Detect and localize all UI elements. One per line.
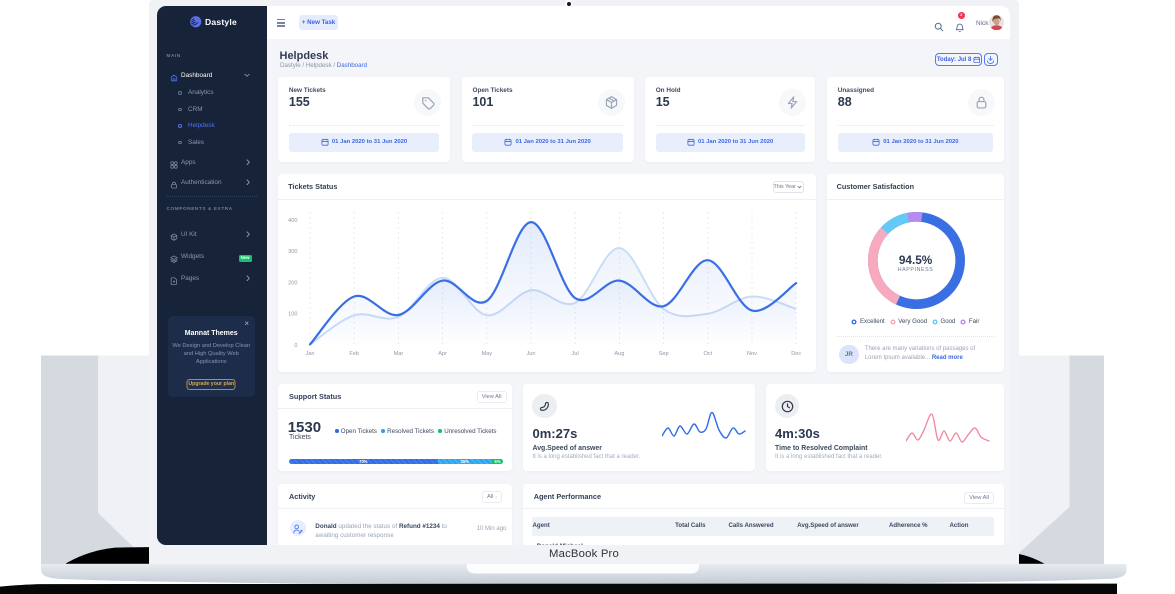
svg-text:May: May	[481, 351, 492, 357]
svg-text:Dec: Dec	[791, 351, 801, 357]
svg-text:Feb: Feb	[349, 351, 359, 357]
svg-text:300: 300	[288, 249, 297, 255]
svg-text:Jul: Jul	[571, 351, 578, 357]
svg-text:200: 200	[288, 280, 297, 286]
svg-text:Jan: Jan	[305, 351, 314, 357]
svg-text:100: 100	[288, 312, 297, 318]
svg-text:Nov: Nov	[747, 351, 757, 357]
svg-text:Oct: Oct	[703, 351, 712, 357]
svg-text:Aug: Aug	[614, 351, 624, 357]
svg-text:0: 0	[294, 343, 297, 349]
svg-text:Apr: Apr	[438, 351, 447, 357]
svg-text:Jun: Jun	[526, 351, 535, 357]
svg-text:400: 400	[288, 218, 297, 224]
svg-text:Sep: Sep	[658, 351, 668, 357]
svg-text:Mar: Mar	[393, 351, 403, 357]
